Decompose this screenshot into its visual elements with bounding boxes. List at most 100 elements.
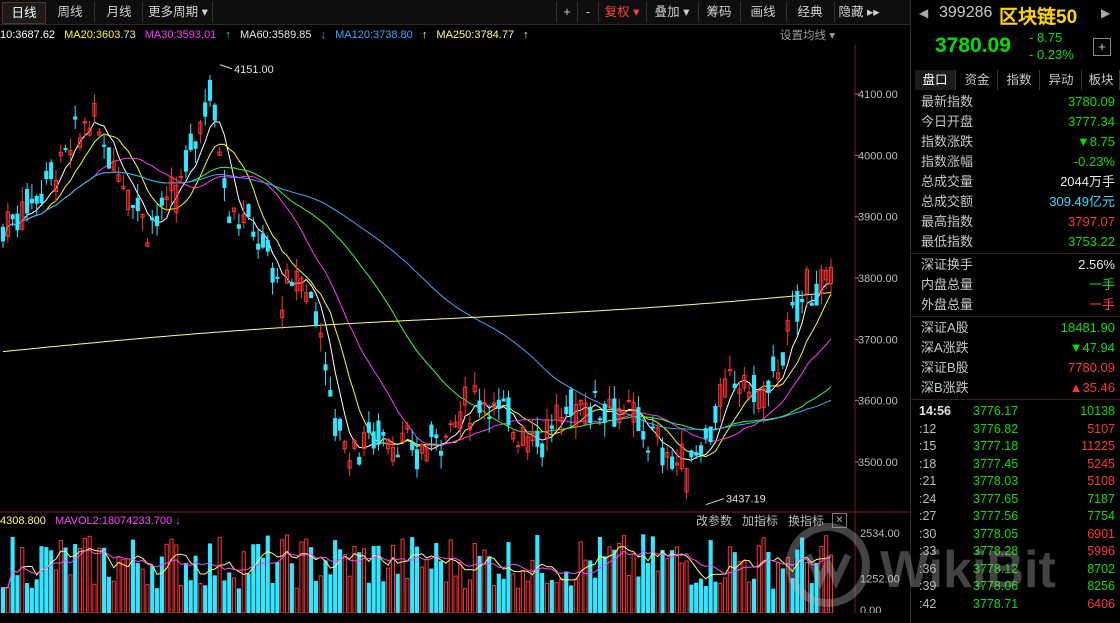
candle-body (371, 431, 376, 449)
volume-bar (477, 555, 482, 613)
classic-button[interactable]: 经典 (786, 2, 833, 22)
volume-bar (419, 566, 424, 613)
volume-bar (63, 547, 68, 613)
price-change: - 8.75 (1029, 30, 1063, 45)
y-tick-label: 3600.00 (858, 396, 898, 408)
ma-settings-button[interactable]: 设置均线 ▾ (780, 27, 835, 43)
high-marker (219, 64, 233, 70)
candle-body (670, 456, 675, 469)
volume-bar (578, 541, 583, 613)
tick-volume: 5108 (1087, 474, 1115, 488)
stat-row: 总成交量 2044万手 (911, 172, 1120, 192)
candle-body (275, 276, 280, 279)
candle-body (713, 405, 718, 423)
overlay-button[interactable]: 叠加 ▾ (646, 2, 697, 22)
adjust-price-button[interactable]: 复权 ▾ (598, 2, 645, 22)
add-indicator-button[interactable]: 加指标 (742, 512, 778, 529)
zoom-out-button[interactable]: - (577, 2, 598, 22)
y-tick-label: 3800.00 (858, 273, 898, 285)
stat-row: 深证B股 7780.09 (911, 358, 1120, 378)
zoom-in-button[interactable]: + (556, 2, 577, 22)
volume-bar (289, 563, 294, 613)
draw-line-button[interactable]: 画线 (740, 2, 785, 22)
volume-bar (679, 562, 684, 613)
y-tick-label: 4000.00 (858, 150, 898, 162)
tick-row: 14:56 3776.17 10138 (911, 402, 1120, 421)
volume-bar (747, 581, 752, 613)
candle-body (265, 239, 270, 252)
stat-value: 3777.34 (1068, 114, 1115, 129)
volume-bar (689, 584, 694, 613)
tick-price: 3776.82 (973, 421, 1019, 436)
tab-sector[interactable]: 板块 (1083, 70, 1120, 90)
hide-button[interactable]: 隐藏 ▸▸ (834, 2, 883, 22)
tab-daily[interactable]: 日线 (2, 2, 46, 24)
volume-bar (140, 568, 145, 613)
tick-row: :24 3777.65 7187 (911, 490, 1120, 509)
candle-body (780, 352, 785, 366)
volume-bar (742, 560, 747, 613)
volume-bar (130, 539, 136, 613)
add-watchlist-icon[interactable]: + (1093, 38, 1111, 56)
volume-bar (573, 578, 578, 613)
volume-bar (732, 552, 737, 613)
candle-body (25, 189, 30, 214)
next-arrow-icon[interactable]: ▶ (1101, 6, 1110, 20)
volume-bar (554, 582, 559, 613)
volume-bar (145, 584, 150, 613)
tab-more-periods[interactable]: 更多周期 ▾ (144, 2, 213, 22)
stat-label: 指数涨幅 (921, 154, 974, 169)
candle-body (501, 398, 506, 402)
tick-row: :15 3777.18 11225 (911, 437, 1120, 456)
candle-body (193, 141, 198, 149)
volume-bar (429, 568, 434, 613)
volume-bar (179, 585, 184, 613)
candle-body (260, 233, 266, 248)
candle-body (414, 449, 420, 470)
volume-bar (405, 577, 410, 613)
ma120-label: MA120:3738.80 (335, 29, 413, 41)
stat-label: 最新指数 (921, 94, 974, 109)
prev-arrow-icon[interactable]: ◀ (919, 6, 928, 20)
tab-index[interactable]: 指数 (999, 70, 1040, 90)
chips-button[interactable]: 筹码 (698, 2, 739, 22)
volume-bar (53, 569, 59, 613)
volume-bar (193, 555, 198, 613)
tick-volume: 10138 (1080, 404, 1115, 418)
candle-body (15, 213, 20, 231)
candle-body (49, 162, 54, 180)
tab-movement[interactable]: 异动 (1041, 70, 1082, 90)
tick-volume: 5245 (1087, 456, 1115, 471)
volume-bar (49, 550, 54, 613)
stat-row: 最低指数 3753.22 (911, 232, 1120, 252)
volume-bar (631, 552, 636, 613)
volume-bar (366, 582, 371, 613)
volume-bar (77, 547, 83, 613)
mavol2-label: MAVOL2:18074233.700 (54, 515, 173, 527)
volume-bar (284, 534, 290, 613)
volume-bar (723, 577, 728, 613)
stat-label: 今日开盘 (921, 114, 974, 129)
volume-bar (771, 588, 776, 613)
candle-body (270, 267, 275, 283)
svg-text:WikiBit: WikiBit (880, 541, 1056, 599)
ma60-label: MA60:3589.85 (239, 29, 312, 41)
tab-order-book[interactable]: 盘口 (915, 70, 956, 90)
tick-time: 14:56 (919, 404, 951, 418)
candle-body (106, 147, 111, 169)
volume-bar (544, 582, 550, 613)
tab-funds[interactable]: 资金 (957, 70, 998, 90)
volume-bar (525, 580, 530, 613)
volume-bar (448, 539, 453, 613)
tab-weekly[interactable]: 周线 (46, 2, 95, 22)
stat-label: 深证换手 (921, 257, 974, 272)
candle-body (626, 400, 631, 403)
candle-body (443, 435, 448, 438)
stat-value: 2044万手 (1060, 174, 1115, 189)
candle-body (203, 102, 208, 117)
change-params-button[interactable]: 改参数 (696, 512, 732, 529)
tab-monthly[interactable]: 月线 (96, 2, 143, 22)
current-price: 3780.09 (935, 34, 1011, 57)
volume-bar (280, 539, 285, 613)
candle-body (130, 204, 136, 208)
